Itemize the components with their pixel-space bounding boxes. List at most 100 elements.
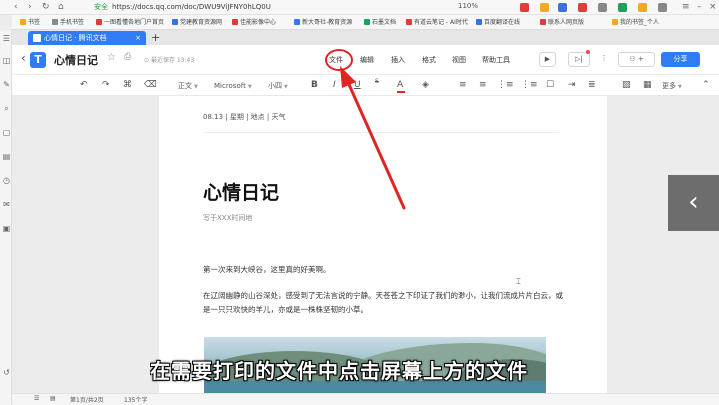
tab-active[interactable]: 心情日记 · 腾讯文档 × bbox=[28, 31, 146, 45]
bookmark-item[interactable]: 书签 bbox=[20, 18, 40, 27]
sidebar-icon[interactable]: ☰ bbox=[2, 34, 11, 43]
bookmark-item[interactable]: 佳能影像中心 bbox=[232, 18, 276, 27]
search-icon[interactable]: ⌕ bbox=[2, 104, 11, 114]
extension-icon[interactable] bbox=[638, 3, 647, 12]
extension-icon[interactable] bbox=[618, 3, 627, 12]
checklist-icon[interactable]: ☐ bbox=[546, 80, 554, 91]
status-bar: ☰ ▤ 第1页/共2页 135个字 bbox=[12, 393, 719, 405]
bookmark-item[interactable]: 党建教育资源网 bbox=[172, 18, 222, 27]
bookmark-item[interactable]: 联系人网页版 bbox=[540, 18, 584, 27]
bold-button[interactable]: B bbox=[311, 80, 318, 91]
sidebar-icon[interactable]: ▤ bbox=[2, 152, 11, 161]
bookmark-item[interactable]: 百度翻译在线 bbox=[476, 18, 520, 27]
extension-icon[interactable] bbox=[540, 3, 549, 12]
align-center-icon[interactable]: ≡ bbox=[479, 80, 487, 91]
extension-icon[interactable] bbox=[598, 3, 607, 12]
format-toolbar: ↶ ↷ ⌘ ⌫ 正文 ▼ Microsoft ▼ 小四 ▼ B I U S A ◈ ≡… bbox=[12, 75, 719, 96]
menu-tools[interactable]: 帮助工具 bbox=[482, 55, 510, 65]
extension-icon[interactable] bbox=[658, 3, 667, 12]
sidebar-icon[interactable]: ▣ bbox=[2, 224, 11, 233]
page-view-icon[interactable]: ▤ bbox=[50, 395, 56, 402]
document-canvas: 08.13 | 星期 | 地点 | 天气 心情日记 写于XXX时间地 第一次来到… bbox=[12, 96, 719, 393]
play-button[interactable]: ▶ bbox=[539, 52, 556, 67]
word-count[interactable]: 135个字 bbox=[124, 395, 147, 404]
paragraph[interactable]: 在辽阔幽静的山谷深处，感受到了无法言说的宁静。天苍苍之下印证了我们的渺小，让我们… bbox=[203, 289, 565, 317]
zoom-level[interactable]: 110% bbox=[458, 2, 478, 10]
format-painter-icon[interactable]: ⌘ bbox=[123, 80, 132, 91]
present-button[interactable]: ▷| bbox=[568, 52, 590, 67]
underline-button[interactable]: U bbox=[354, 80, 361, 91]
extension-icon[interactable] bbox=[520, 3, 529, 12]
doc-info-icon[interactable]: ⎙ bbox=[124, 52, 131, 62]
menu-insert[interactable]: 插入 bbox=[391, 55, 405, 65]
minimize-icon[interactable]: – bbox=[697, 2, 702, 12]
bullet-list-icon[interactable]: ⋮≡ bbox=[497, 80, 514, 91]
more-icon[interactable]: ⋮ bbox=[597, 52, 611, 67]
divider bbox=[203, 132, 559, 133]
refresh-icon[interactable]: ↻ bbox=[42, 2, 50, 12]
browser-sidebar: ☰ ◫ ✎ ⌕ ▢ ▤ ◷ ✉ ▣ ↺ bbox=[0, 30, 12, 405]
sidebar-icon[interactable]: ◫ bbox=[2, 56, 11, 65]
bookmark-item[interactable]: 我的书签_个人 bbox=[612, 18, 659, 27]
indent-icon[interactable]: ⇥ bbox=[568, 80, 576, 91]
numbered-list-icon[interactable]: ⋮≡ bbox=[521, 80, 538, 91]
bookmark-item[interactable]: 手机书签 bbox=[52, 18, 84, 27]
doc-title[interactable]: 心情日记 bbox=[54, 52, 98, 68]
size-select[interactable]: 小四 ▼ bbox=[268, 81, 288, 93]
bookmark-item[interactable]: 石墨文档 bbox=[364, 18, 396, 27]
sidebar-icon[interactable]: ↺ bbox=[2, 368, 11, 377]
back-icon[interactable]: ‹ bbox=[14, 2, 18, 12]
redo-icon[interactable]: ↷ bbox=[102, 80, 110, 91]
menu-icon[interactable]: ≡ bbox=[682, 2, 690, 12]
bookmark-item[interactable]: 一图看懂各地门户首页 bbox=[96, 18, 164, 27]
meta-line[interactable]: 08.13 | 星期 | 地点 | 天气 bbox=[203, 112, 285, 122]
forward-icon[interactable]: › bbox=[28, 2, 32, 12]
style-select[interactable]: 正文 ▼ bbox=[178, 81, 198, 93]
close-icon[interactable]: × bbox=[709, 2, 717, 12]
text-cursor-icon: ⌶ bbox=[516, 277, 521, 286]
extension-icon[interactable] bbox=[558, 3, 567, 12]
bookmarks-bar: 书签 手机书签 一图看懂各地门户首页 党建教育资源网 佳能影像中心 新大哥社-教… bbox=[12, 15, 719, 30]
tencent-docs-logo[interactable]: T bbox=[30, 52, 46, 68]
paragraph[interactable]: 第一次来到大峡谷，这里真的好美啊。 bbox=[203, 264, 331, 275]
sidebar-icon[interactable]: ✉ bbox=[2, 200, 11, 209]
align-left-icon[interactable]: ≡ bbox=[459, 80, 467, 91]
outline-icon[interactable]: ☰ bbox=[34, 395, 39, 402]
doc-heading[interactable]: 心情日记 bbox=[203, 178, 279, 205]
doc-subtitle[interactable]: 写于XXX时间地 bbox=[203, 213, 252, 223]
expand-panel-button[interactable]: ‹ bbox=[668, 175, 719, 231]
menu-view[interactable]: 视图 bbox=[452, 55, 466, 65]
clear-format-icon[interactable]: ⌫ bbox=[144, 80, 157, 91]
strikethrough-button[interactable]: S bbox=[375, 76, 379, 87]
add-collaborator-button[interactable]: ⚇ + bbox=[618, 52, 655, 67]
sidebar-icon[interactable]: ◷ bbox=[2, 176, 11, 185]
url-field[interactable]: 安全 https://docs.qq.com/doc/DWU9ViJFNY0hLQ… bbox=[94, 2, 271, 12]
page-indicator: 第1页/共2页 bbox=[70, 397, 104, 404]
sidebar-icon[interactable]: ✎ bbox=[2, 80, 11, 89]
home-icon[interactable]: ⌂ bbox=[58, 2, 64, 12]
bookmark-item[interactable]: 新大哥社-教育资源 bbox=[294, 18, 352, 27]
collapse-toolbar-icon[interactable]: ⌃ bbox=[702, 80, 710, 91]
more-tools-button[interactable]: 更多 ▼ bbox=[662, 81, 682, 93]
tab-bar: 心情日记 · 腾讯文档 × + bbox=[12, 30, 719, 45]
notification-dot bbox=[586, 50, 590, 54]
back-button[interactable]: ‹ bbox=[21, 51, 26, 65]
image-icon[interactable]: ▨ bbox=[622, 80, 631, 91]
new-tab-button[interactable]: + bbox=[151, 30, 160, 45]
line-spacing-icon[interactable]: ≣ bbox=[588, 80, 596, 91]
bookmark-item[interactable]: 有道云笔记 - AI时代 bbox=[406, 18, 468, 27]
star-icon[interactable]: ☆ bbox=[107, 52, 116, 63]
document-page[interactable]: 08.13 | 星期 | 地点 | 天气 心情日记 写于XXX时间地 第一次来到… bbox=[159, 96, 607, 393]
sidebar-icon[interactable]: ▢ bbox=[2, 128, 11, 137]
tab-close-icon[interactable]: × bbox=[135, 31, 141, 45]
font-color-button[interactable]: A bbox=[397, 80, 405, 93]
highlight-icon[interactable]: ◈ bbox=[422, 80, 429, 91]
italic-button[interactable]: I bbox=[333, 80, 336, 91]
menu-format[interactable]: 格式 bbox=[422, 55, 436, 65]
menu-edit[interactable]: 编辑 bbox=[360, 55, 374, 65]
extension-icon[interactable] bbox=[578, 3, 587, 12]
font-select[interactable]: Microsoft ▼ bbox=[214, 81, 252, 93]
share-button[interactable]: 分享 bbox=[661, 52, 700, 67]
undo-icon[interactable]: ↶ bbox=[80, 80, 88, 91]
table-icon[interactable]: ▦ bbox=[643, 80, 652, 91]
